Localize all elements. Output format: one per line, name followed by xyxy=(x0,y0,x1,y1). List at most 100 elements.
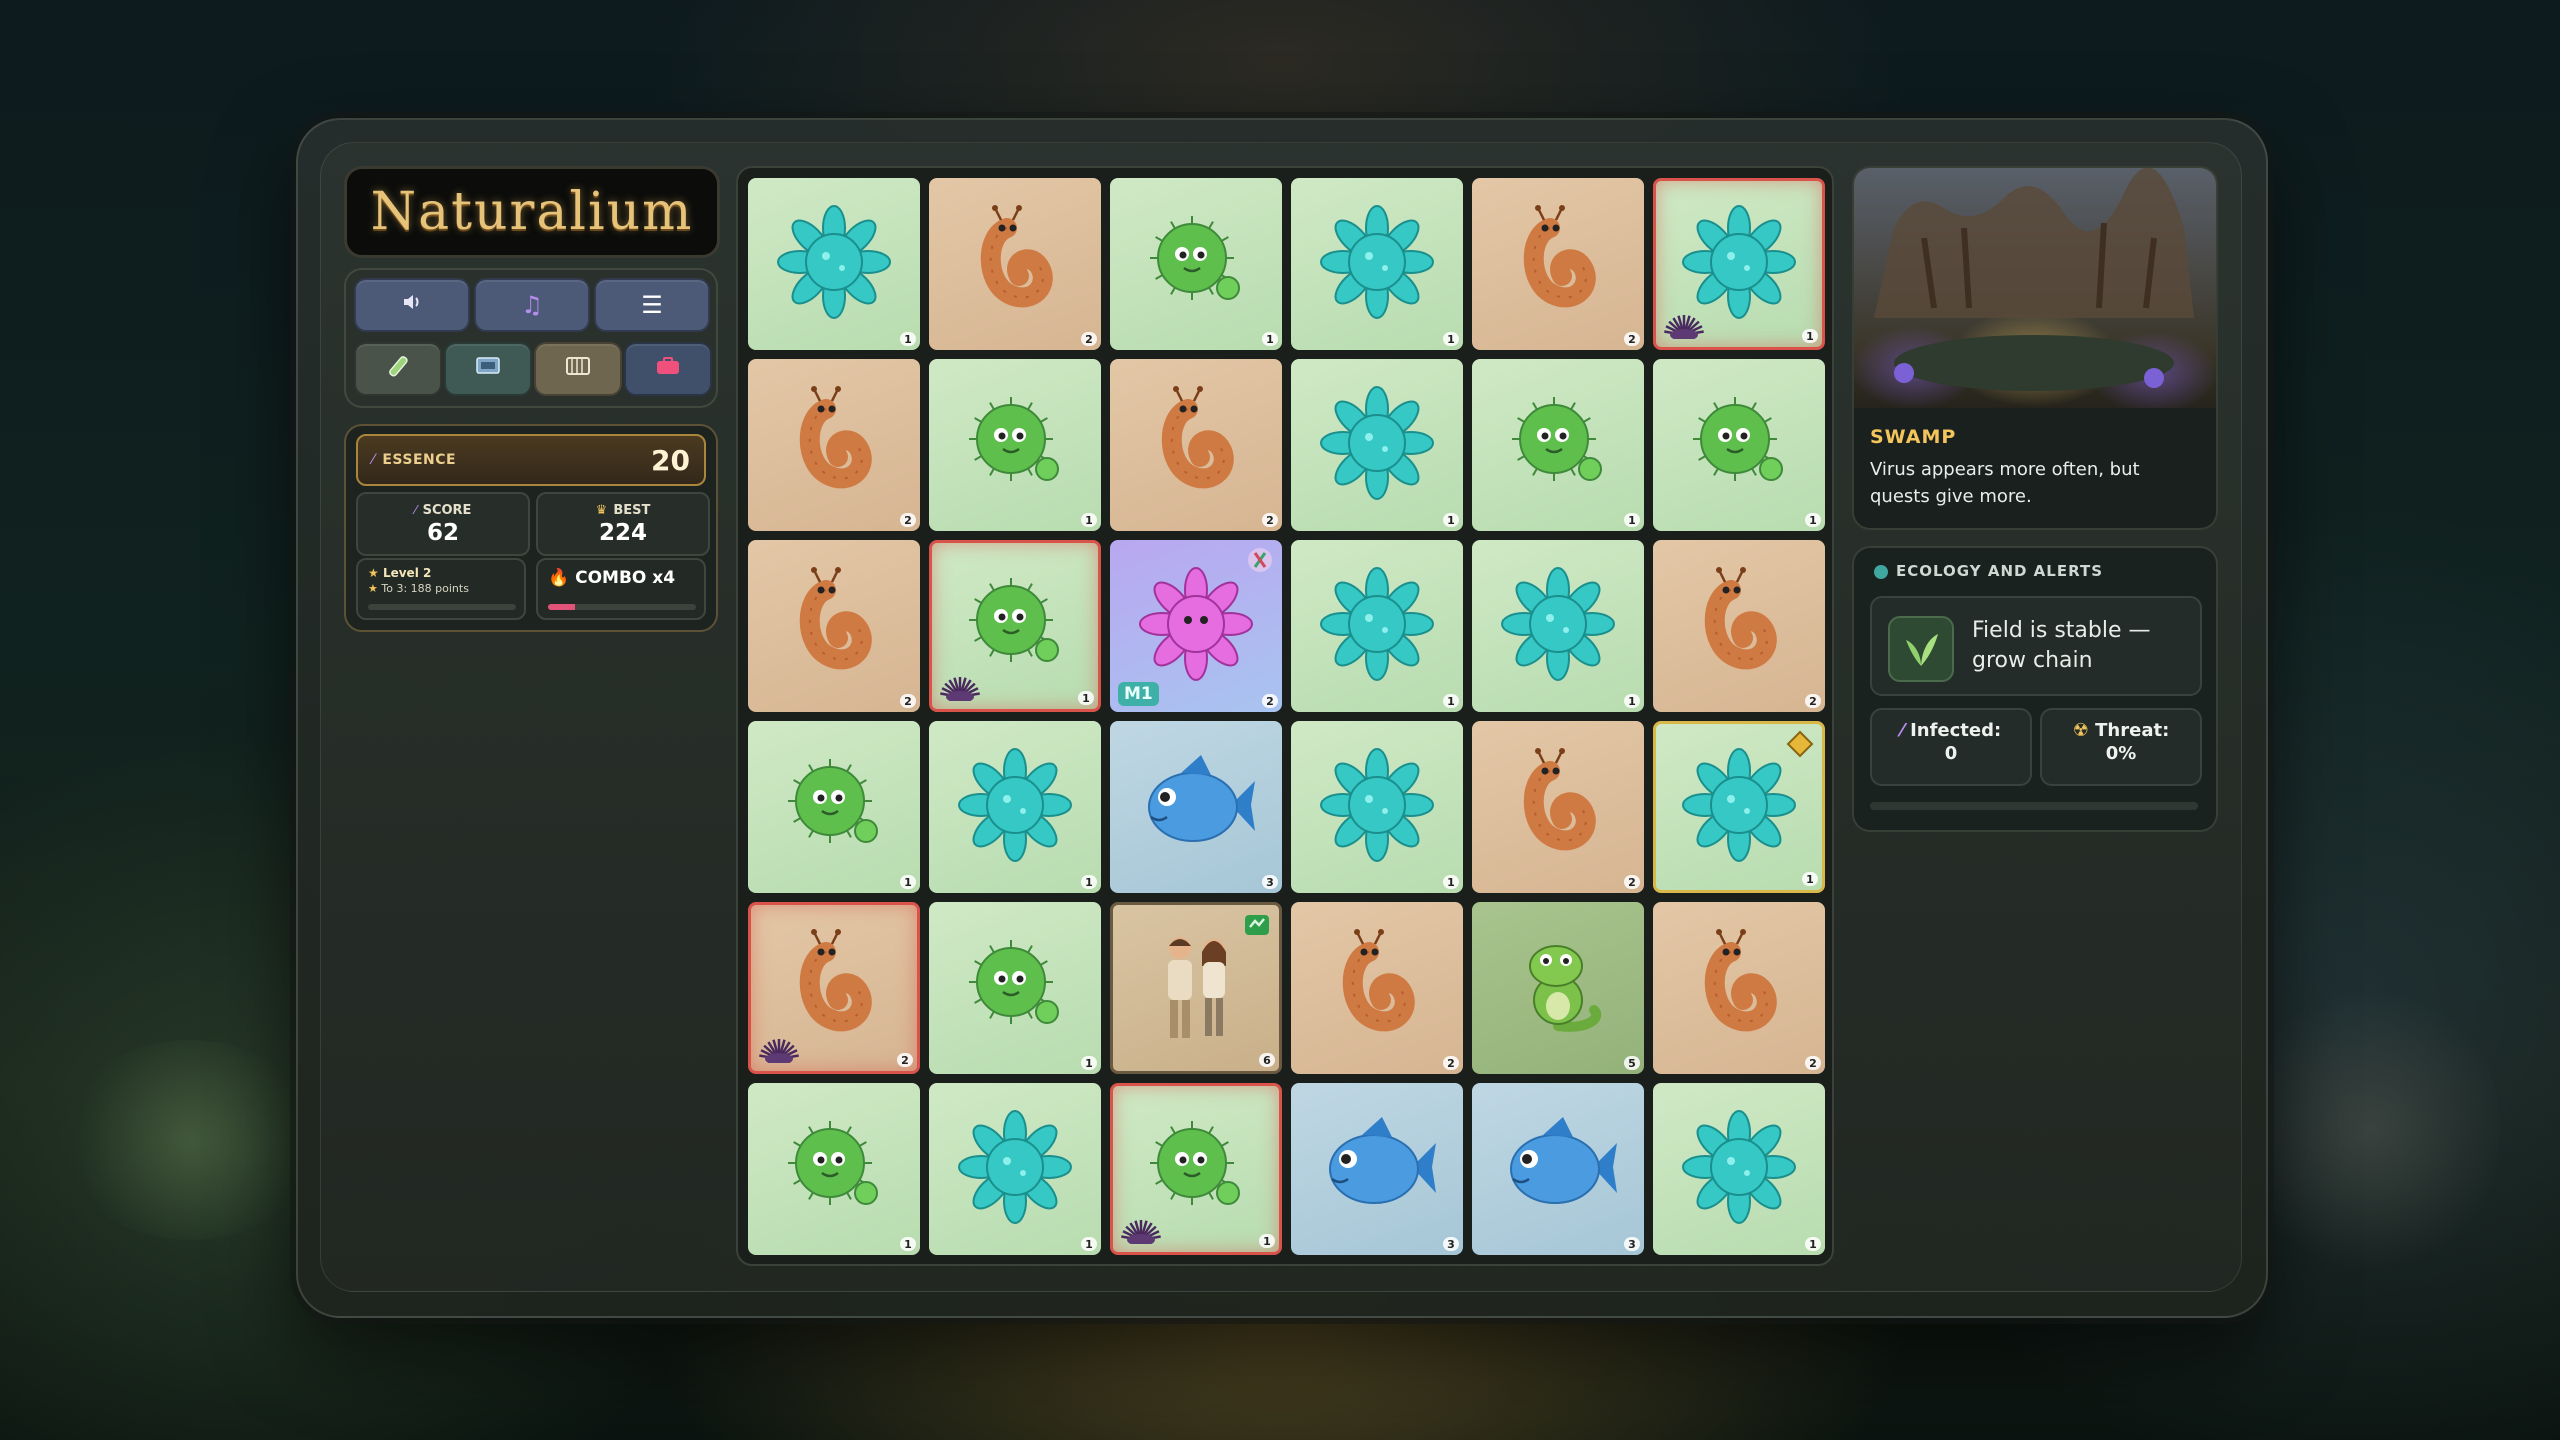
tile-bacterium[interactable]: 1 xyxy=(1110,1083,1282,1255)
tile-bacterium[interactable]: 1 xyxy=(929,902,1101,1074)
virus-icon xyxy=(955,745,1075,869)
tile-bacterium[interactable]: 1 xyxy=(1653,359,1825,531)
tile-worm[interactable]: 2 xyxy=(1472,721,1644,893)
music-button[interactable]: ♫ xyxy=(474,278,590,332)
tile-worm[interactable]: 2 xyxy=(748,902,920,1074)
tile-bacterium[interactable]: 1 xyxy=(1472,359,1644,531)
gold-gem-icon xyxy=(1786,730,1814,758)
stats-panel: ⁄ ESSENCE 20 ⁄ SCORE 62 ♛ BEST 224 ★ Lev… xyxy=(344,424,718,632)
tile-virus[interactable]: 1 xyxy=(1291,721,1463,893)
level-box: ★ Level 2 ★ To 3: 188 points xyxy=(356,558,526,620)
tile-bacterium[interactable]: 1 xyxy=(748,721,920,893)
worm-icon xyxy=(955,202,1075,326)
tile-level: 3 xyxy=(1262,875,1278,889)
essence-value: 20 xyxy=(651,443,690,477)
cage-button[interactable] xyxy=(534,342,622,396)
tile-level: 3 xyxy=(1624,1237,1640,1251)
toolbox-button[interactable] xyxy=(624,342,712,396)
tile-worm[interactable]: 2 xyxy=(748,540,920,712)
combo-box: 🔥 COMBO x4 xyxy=(536,558,706,620)
tile-virus[interactable]: 1 xyxy=(1472,540,1644,712)
tile-level: 2 xyxy=(1262,694,1278,708)
swamp-illustration xyxy=(1854,168,2216,408)
tile-fish[interactable]: 3 xyxy=(1110,721,1282,893)
level-next: To 3: 188 points xyxy=(381,582,469,595)
tile-worm[interactable]: 2 xyxy=(929,178,1101,350)
tile-virus[interactable]: 1 xyxy=(1653,721,1825,893)
tile-mutant[interactable]: M1 2 xyxy=(1110,540,1282,712)
bacterium-icon xyxy=(774,1107,894,1231)
tile-level: 1 xyxy=(1262,332,1278,346)
ecology-status: Field is stable — grow chain xyxy=(1870,596,2202,696)
mutant-icon xyxy=(1136,564,1256,688)
infection-urchin-icon xyxy=(1119,1216,1163,1246)
tile-level: 1 xyxy=(900,1237,916,1251)
dna-icon: ⁄ xyxy=(1900,720,1904,741)
best-value: 224 xyxy=(598,519,647,546)
tile-level: 2 xyxy=(1624,332,1640,346)
virus-icon xyxy=(1679,1107,1799,1231)
star-icon: ★ xyxy=(368,582,378,595)
tile-level: 2 xyxy=(900,694,916,708)
background-glow-left xyxy=(60,1040,320,1240)
tile-lizard[interactable]: 5 xyxy=(1472,902,1644,1074)
tile-level: 2 xyxy=(1081,332,1097,346)
evolution-badge-icon xyxy=(1243,911,1271,939)
lizard-icon xyxy=(1498,926,1618,1050)
virus-icon xyxy=(955,1107,1075,1231)
tile-worm[interactable]: 2 xyxy=(748,359,920,531)
tile-virus[interactable]: 1 xyxy=(1653,1083,1825,1255)
tile-virus[interactable]: 1 xyxy=(748,178,920,350)
tile-virus[interactable]: 1 xyxy=(1291,540,1463,712)
tile-bacterium[interactable]: 1 xyxy=(929,540,1101,712)
tile-level: 1 xyxy=(1259,1234,1275,1248)
biome-card: SWAMP Virus appears more often, but ques… xyxy=(1852,166,2218,530)
bacterium-icon xyxy=(1679,383,1799,507)
threat-label: Threat: xyxy=(2095,720,2170,741)
tile-virus[interactable]: 1 xyxy=(1291,359,1463,531)
tile-fish[interactable]: 3 xyxy=(1472,1083,1644,1255)
bacterium-icon xyxy=(1498,383,1618,507)
fish-icon xyxy=(1493,1107,1623,1231)
menu-button[interactable]: ☰ xyxy=(594,278,710,332)
worm-icon xyxy=(774,926,894,1050)
best-box: ♛ BEST 224 xyxy=(536,492,710,556)
tile-level: 1 xyxy=(1443,513,1459,527)
virus-icon xyxy=(1679,202,1799,326)
biome-title: SWAMP xyxy=(1870,426,1957,448)
worm-icon xyxy=(1317,926,1437,1050)
virus-icon xyxy=(1317,202,1437,326)
virus-icon xyxy=(1498,564,1618,688)
sound-button[interactable] xyxy=(354,278,470,332)
tile-virus[interactable]: 1 xyxy=(929,721,1101,893)
tile-worm[interactable]: 2 xyxy=(1653,540,1825,712)
cage-icon xyxy=(564,354,592,384)
microscope-button[interactable] xyxy=(444,342,532,396)
tile-virus[interactable]: 1 xyxy=(929,1083,1101,1255)
tile-bacterium[interactable]: 1 xyxy=(929,359,1101,531)
tile-worm[interactable]: 2 xyxy=(1653,902,1825,1074)
tile-humans[interactable]: 6 xyxy=(1110,902,1282,1074)
tile-level: 1 xyxy=(1802,329,1818,343)
tile-level: 1 xyxy=(1624,513,1640,527)
tile-virus[interactable]: 1 xyxy=(1653,178,1825,350)
tile-level: 1 xyxy=(1081,513,1097,527)
threat-bar xyxy=(1870,802,2198,810)
mutation-badge: M1 xyxy=(1118,682,1159,706)
tile-level: 1 xyxy=(900,332,916,346)
tile-worm[interactable]: 2 xyxy=(1472,178,1644,350)
logo-text: Naturalium xyxy=(370,182,694,242)
tile-fish[interactable]: 3 xyxy=(1291,1083,1463,1255)
infected-value: 0 xyxy=(1944,743,1958,764)
menu-icon: ☰ xyxy=(641,291,663,319)
virus-icon xyxy=(774,202,894,326)
lab-button[interactable] xyxy=(354,342,442,396)
tile-level: 6 xyxy=(1259,1053,1275,1067)
dna-icon: ⁄ xyxy=(414,503,417,517)
tile-worm[interactable]: 2 xyxy=(1291,902,1463,1074)
tile-worm[interactable]: 2 xyxy=(1110,359,1282,531)
tile-bacterium[interactable]: 1 xyxy=(748,1083,920,1255)
tile-level: 1 xyxy=(1624,694,1640,708)
tile-bacterium[interactable]: 1 xyxy=(1110,178,1282,350)
tile-virus[interactable]: 1 xyxy=(1291,178,1463,350)
